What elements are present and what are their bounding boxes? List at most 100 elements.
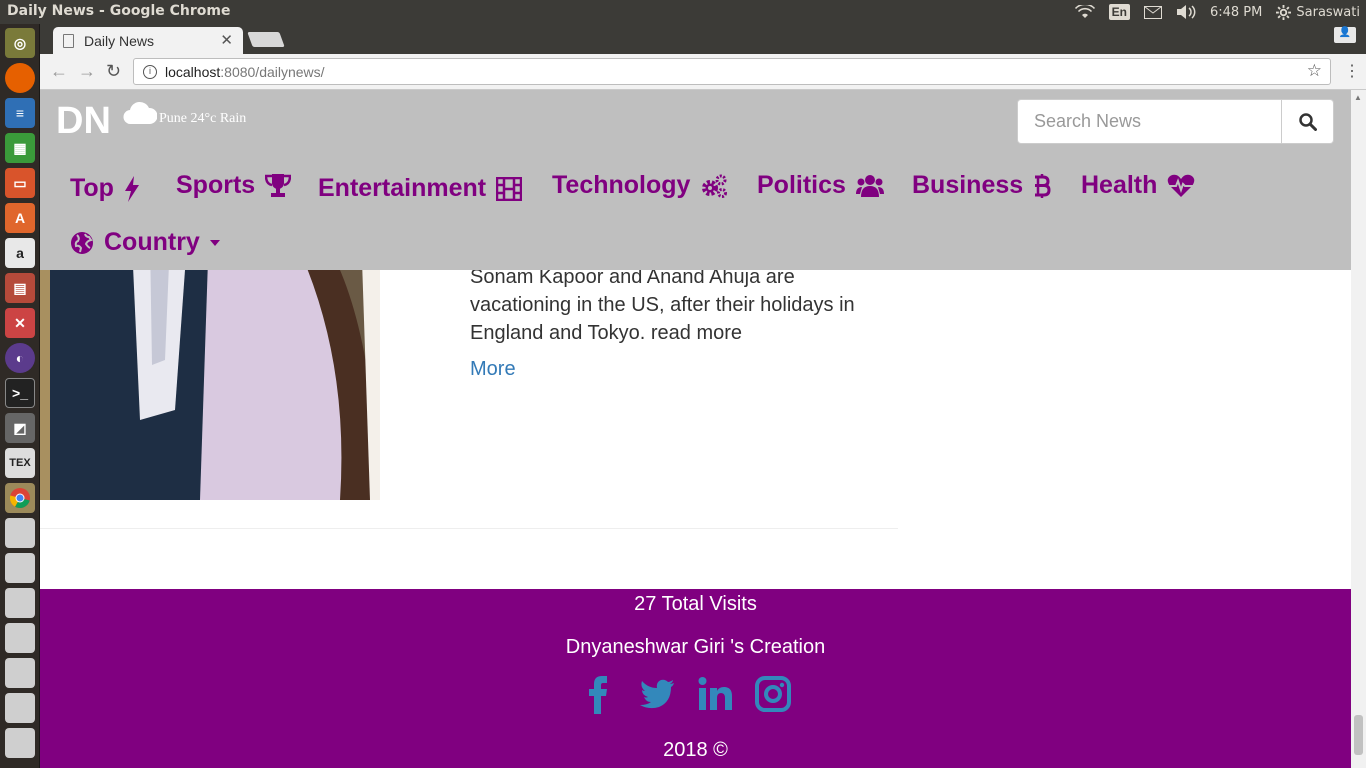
linkedin-icon[interactable] bbox=[696, 674, 734, 714]
search-button[interactable] bbox=[1282, 99, 1334, 144]
profile-icon[interactable]: 👤 bbox=[1334, 27, 1356, 43]
mail-icon[interactable] bbox=[1143, 5, 1162, 19]
keyboard-layout-indicator[interactable]: En bbox=[1108, 4, 1130, 20]
url-host: localhost bbox=[165, 63, 221, 80]
nav-label-sports: Sports bbox=[176, 171, 256, 199]
info-icon[interactable]: i bbox=[143, 64, 157, 79]
address-bar[interactable]: i localhost:8080/dailynews/ ☆ bbox=[133, 58, 1331, 85]
weather-widget: Pune 24°c Rain bbox=[159, 111, 247, 126]
search-input[interactable] bbox=[1017, 99, 1282, 144]
site-footer: 27 Total Visits Dnyaneshwar Giri 's Crea… bbox=[40, 589, 1351, 768]
nav-label-business: Business bbox=[912, 171, 1024, 199]
wifi-icon[interactable] bbox=[1074, 5, 1095, 19]
site-logo[interactable]: DN bbox=[56, 100, 111, 143]
user-name: Saraswati bbox=[1296, 4, 1360, 20]
nav-label-country: Country bbox=[104, 228, 200, 256]
page-icon bbox=[63, 33, 74, 48]
tab-strip: Daily News ✕ 👤 bbox=[40, 24, 1366, 54]
drive-icon-5[interactable] bbox=[5, 658, 35, 688]
scroll-up-icon[interactable]: ▲ bbox=[1354, 93, 1362, 102]
drive-icon-1[interactable] bbox=[5, 518, 35, 548]
close-tab-icon[interactable]: ✕ bbox=[220, 31, 233, 49]
scrollbar-thumb[interactable] bbox=[1354, 715, 1363, 755]
window-title: Daily News - Google Chrome bbox=[7, 3, 231, 19]
nav-item-business[interactable]: Business bbox=[912, 171, 1051, 200]
bitcoin-icon bbox=[1035, 173, 1051, 198]
search-icon bbox=[1298, 112, 1317, 131]
gear-icon bbox=[1276, 4, 1292, 20]
drive-icon-3[interactable] bbox=[5, 588, 35, 618]
amazon-icon[interactable]: a bbox=[5, 238, 35, 268]
visit-counter: 27 Total Visits bbox=[634, 593, 757, 615]
article-more-link[interactable]: More bbox=[470, 358, 516, 381]
search-box bbox=[1017, 99, 1334, 144]
trophy-icon bbox=[265, 173, 292, 197]
cloud-icon bbox=[123, 101, 157, 125]
user-menu[interactable]: Saraswati bbox=[1276, 4, 1360, 20]
page-viewport: Sonam Kapoor and Anand Ahuja are vacatio… bbox=[40, 90, 1351, 768]
clock[interactable]: 6:48 PM bbox=[1210, 5, 1262, 20]
nav-item-top[interactable]: Top bbox=[70, 174, 140, 203]
dash-home-icon[interactable]: ◎ bbox=[5, 28, 35, 58]
screenshot-tool-icon[interactable]: ◩ bbox=[5, 413, 35, 443]
globe-icon bbox=[71, 231, 93, 254]
os-top-panel: Daily News - Google Chrome En 6:48 PM Sa… bbox=[0, 0, 1366, 24]
article-divider bbox=[40, 528, 898, 529]
reload-icon[interactable]: ↻ bbox=[106, 61, 121, 82]
eclipse-icon[interactable]: ◐ bbox=[5, 343, 35, 373]
cogs-icon bbox=[702, 174, 728, 198]
bookmark-star-icon[interactable]: ☆ bbox=[1307, 61, 1322, 81]
nav-label-entertainment: Entertainment bbox=[318, 174, 487, 202]
article-summary: Sonam Kapoor and Anand Ahuja are vacatio… bbox=[470, 266, 855, 344]
heartbeat-icon bbox=[1168, 174, 1195, 197]
tab-title: Daily News bbox=[84, 32, 155, 49]
nav-label-health: Health bbox=[1081, 171, 1158, 199]
nav-item-sports[interactable]: Sports bbox=[176, 171, 292, 200]
page-scrollbar[interactable]: ▲ bbox=[1351, 90, 1366, 768]
browser-toolbar: ← → ↻ i localhost:8080/dailynews/ ☆ ⋮ bbox=[40, 54, 1366, 90]
users-icon bbox=[855, 174, 884, 197]
drive-icon-6[interactable] bbox=[5, 693, 35, 723]
system-settings-icon[interactable]: ✕ bbox=[5, 308, 35, 338]
creator-credit: Dnyaneshwar Giri 's Creation bbox=[565, 636, 826, 658]
libreoffice-writer-icon[interactable]: ≡ bbox=[5, 98, 35, 128]
site-header: DN Pune 24°c Rain Top Sports bbox=[40, 90, 1351, 270]
chrome-icon[interactable] bbox=[5, 483, 35, 513]
copyright: 2018 © bbox=[663, 739, 728, 761]
nav-item-politics[interactable]: Politics bbox=[757, 171, 884, 200]
twitter-icon[interactable] bbox=[638, 674, 676, 714]
archive-manager-icon[interactable]: ▤ bbox=[5, 273, 35, 303]
chrome-window: Daily News ✕ 👤 ← → ↻ i localhost:8080/da… bbox=[40, 24, 1366, 768]
software-center-icon[interactable]: A bbox=[5, 203, 35, 233]
new-tab-button[interactable] bbox=[247, 32, 285, 47]
chrome-menu-icon[interactable]: ⋮ bbox=[1344, 61, 1360, 81]
nav-item-health[interactable]: Health bbox=[1081, 171, 1195, 200]
nav-label-top: Top bbox=[70, 174, 114, 202]
texmaker-icon[interactable]: TEX bbox=[5, 448, 35, 478]
instagram-icon[interactable] bbox=[754, 674, 792, 714]
nav-item-entertainment[interactable]: Entertainment bbox=[318, 174, 523, 203]
tab-daily-news[interactable]: Daily News ✕ bbox=[53, 27, 243, 54]
social-links bbox=[580, 674, 792, 714]
nav-item-country[interactable]: Country bbox=[70, 228, 220, 257]
film-icon bbox=[496, 176, 523, 201]
bolt-icon bbox=[124, 175, 139, 202]
back-icon[interactable]: ← bbox=[50, 61, 68, 82]
nav-item-technology[interactable]: Technology bbox=[552, 171, 728, 200]
libreoffice-calc-icon[interactable]: ▦ bbox=[5, 133, 35, 163]
volume-icon[interactable] bbox=[1176, 5, 1196, 19]
drive-icon-2[interactable] bbox=[5, 553, 35, 583]
nav-label-technology: Technology bbox=[552, 171, 691, 199]
nav-label-politics: Politics bbox=[757, 171, 846, 199]
ubuntu-launcher: ◎ ≡ ▦ ▭ A a ▤ ✕ ◐ >_ ◩ TEX bbox=[0, 24, 40, 768]
firefox-icon[interactable] bbox=[5, 63, 35, 93]
trash-icon[interactable] bbox=[5, 728, 35, 758]
terminal-icon[interactable]: >_ bbox=[5, 378, 35, 408]
facebook-icon[interactable] bbox=[580, 674, 618, 714]
caret-down-icon bbox=[209, 239, 220, 246]
libreoffice-impress-icon[interactable]: ▭ bbox=[5, 168, 35, 198]
forward-icon[interactable]: → bbox=[78, 61, 96, 82]
drive-icon-4[interactable] bbox=[5, 623, 35, 653]
system-tray: En 6:48 PM Saraswati bbox=[1074, 0, 1366, 24]
url-path: :8080/dailynews/ bbox=[220, 63, 325, 80]
